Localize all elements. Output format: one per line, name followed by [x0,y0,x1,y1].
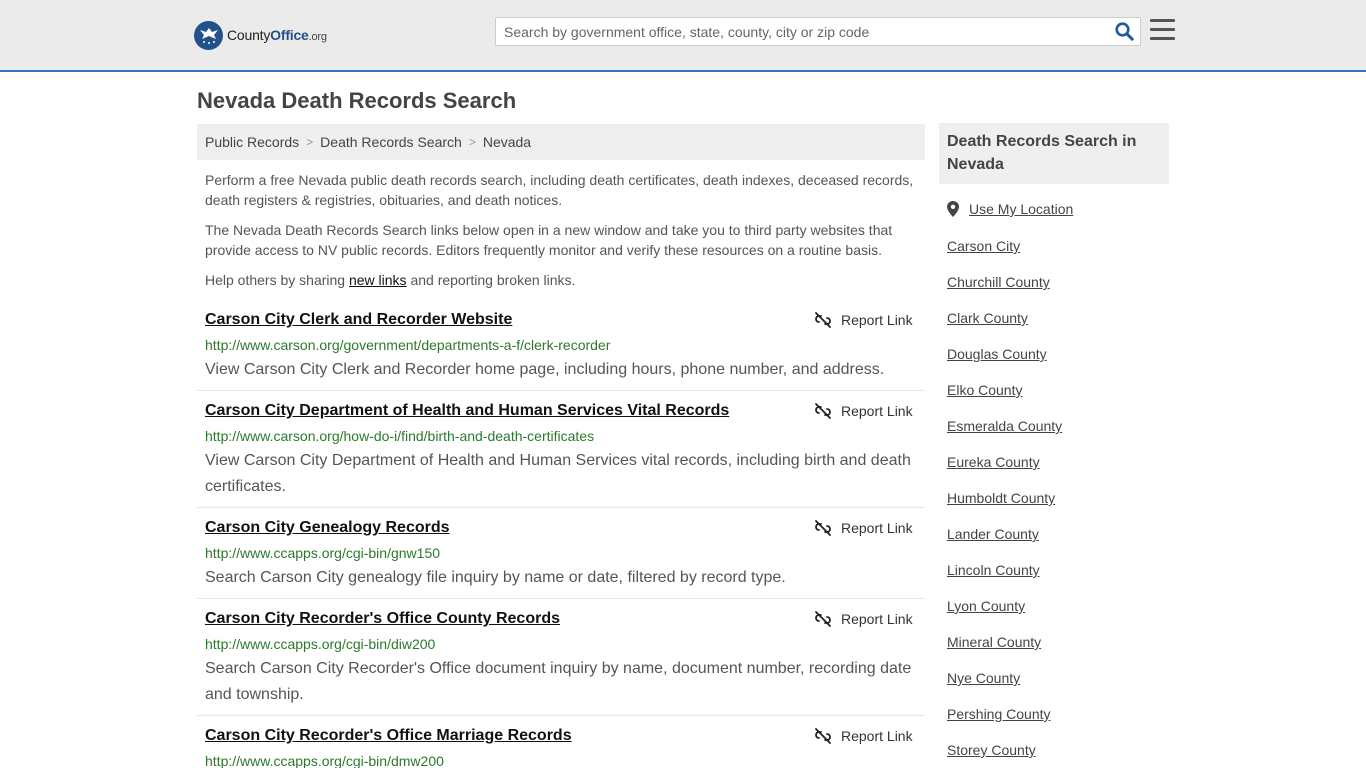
result-url: http://www.ccapps.org/cgi-bin/dmw200 [205,753,444,768]
sidebar-item-lincoln-county[interactable]: Lincoln County [947,562,1040,578]
sidebar-item-storey-county[interactable]: Storey County [947,742,1036,758]
list-item: Carson City Clerk and Recorder Website R… [197,311,925,391]
result-title-link[interactable]: Carson City Clerk and Recorder Website [205,311,512,329]
report-link-button[interactable]: Report Link [815,728,913,744]
sidebar-item-clark-county[interactable]: Clark County [947,310,1028,326]
result-url: http://www.ccapps.org/cgi-bin/diw200 [205,636,436,652]
sidebar-item-eureka-county[interactable]: Eureka County [947,454,1040,470]
broken-link-icon [815,728,831,744]
breadcrumb-nevada[interactable]: Nevada [483,134,531,150]
search-icon [1114,22,1134,41]
result-title-link[interactable]: Carson City Genealogy Records [205,519,450,537]
sidebar-item-nye-county[interactable]: Nye County [947,670,1020,686]
broken-link-icon [815,611,831,627]
use-my-location-link[interactable]: Use My Location [969,201,1073,217]
eagle-logo-icon [194,20,223,50]
search-input[interactable] [496,18,1108,45]
result-title-link[interactable]: Carson City Department of Health and Hum… [205,402,729,420]
sidebar-item-carson-city[interactable]: Carson City [947,238,1020,254]
sidebar-item-churchill-county[interactable]: Churchill County [947,274,1050,290]
result-description: Search Carson City Recorder's Office doc… [205,660,912,703]
broken-link-icon [815,520,831,536]
intro-paragraph-1: Perform a free Nevada public death recor… [205,172,914,208]
intro-paragraph-2: The Nevada Death Records Search links be… [205,222,893,258]
result-url: http://www.carson.org/government/departm… [205,337,611,353]
result-url: http://www.ccapps.org/cgi-bin/gnw150 [205,545,441,561]
report-link-button[interactable]: Report Link [815,403,913,419]
sidebar-item-mineral-county[interactable]: Mineral County [947,634,1041,650]
sidebar-item-lyon-county[interactable]: Lyon County [947,598,1025,614]
result-title-link[interactable]: Carson City Recorder's Office Marriage R… [205,727,572,745]
new-links-link[interactable]: new links [349,272,407,288]
search-button[interactable] [1108,18,1140,45]
use-my-location: Use My Location [947,201,1073,217]
breadcrumb-separator: > [468,135,476,149]
sidebar-item-humboldt-county[interactable]: Humboldt County [947,490,1055,506]
result-description: View Carson City Department of Health an… [205,452,911,495]
breadcrumb-separator: > [306,135,314,149]
page-title: Nevada Death Records Search [197,88,517,113]
sidebar-item-douglas-county[interactable]: Douglas County [947,346,1047,362]
broken-link-icon [815,403,831,419]
report-link-button[interactable]: Report Link [815,611,913,627]
site-logo[interactable]: CountyOffice.org [194,20,327,50]
result-url: http://www.carson.org/how-do-i/find/birt… [205,428,595,444]
result-title-link[interactable]: Carson City Recorder's Office County Rec… [205,610,560,628]
map-pin-icon [947,201,959,217]
top-bar: CountyOffice.org [0,0,1366,72]
sidebar-item-lander-county[interactable]: Lander County [947,526,1039,542]
list-item: Carson City Department of Health and Hum… [197,402,925,508]
sidebar-item-esmeralda-county[interactable]: Esmeralda County [947,418,1062,434]
list-item: Carson City Genealogy Records Report Lin… [197,519,925,599]
result-description: View Carson City Clerk and Recorder home… [205,361,885,378]
breadcrumb-death-records-search[interactable]: Death Records Search [320,134,462,150]
broken-link-icon [815,312,831,328]
list-item: Carson City Recorder's Office Marriage R… [197,727,925,768]
breadcrumb-public-records[interactable]: Public Records [205,134,299,150]
logo-text: CountyOffice.org [227,27,327,43]
result-description: Search Carson City genealogy file inquir… [205,569,786,586]
report-link-button[interactable]: Report Link [815,312,913,328]
hamburger-menu-icon[interactable] [1150,19,1175,43]
breadcrumb: Public Records > Death Records Search > … [197,124,925,160]
sidebar-item-pershing-county[interactable]: Pershing County [947,706,1051,722]
report-link-button[interactable]: Report Link [815,520,913,536]
sidebar-heading: Death Records Search in Nevada [939,123,1169,184]
list-item: Carson City Recorder's Office County Rec… [197,610,925,716]
sidebar-item-elko-county[interactable]: Elko County [947,382,1022,398]
intro-paragraph-3: Help others by sharing new links and rep… [205,272,576,288]
search-box [495,17,1141,46]
